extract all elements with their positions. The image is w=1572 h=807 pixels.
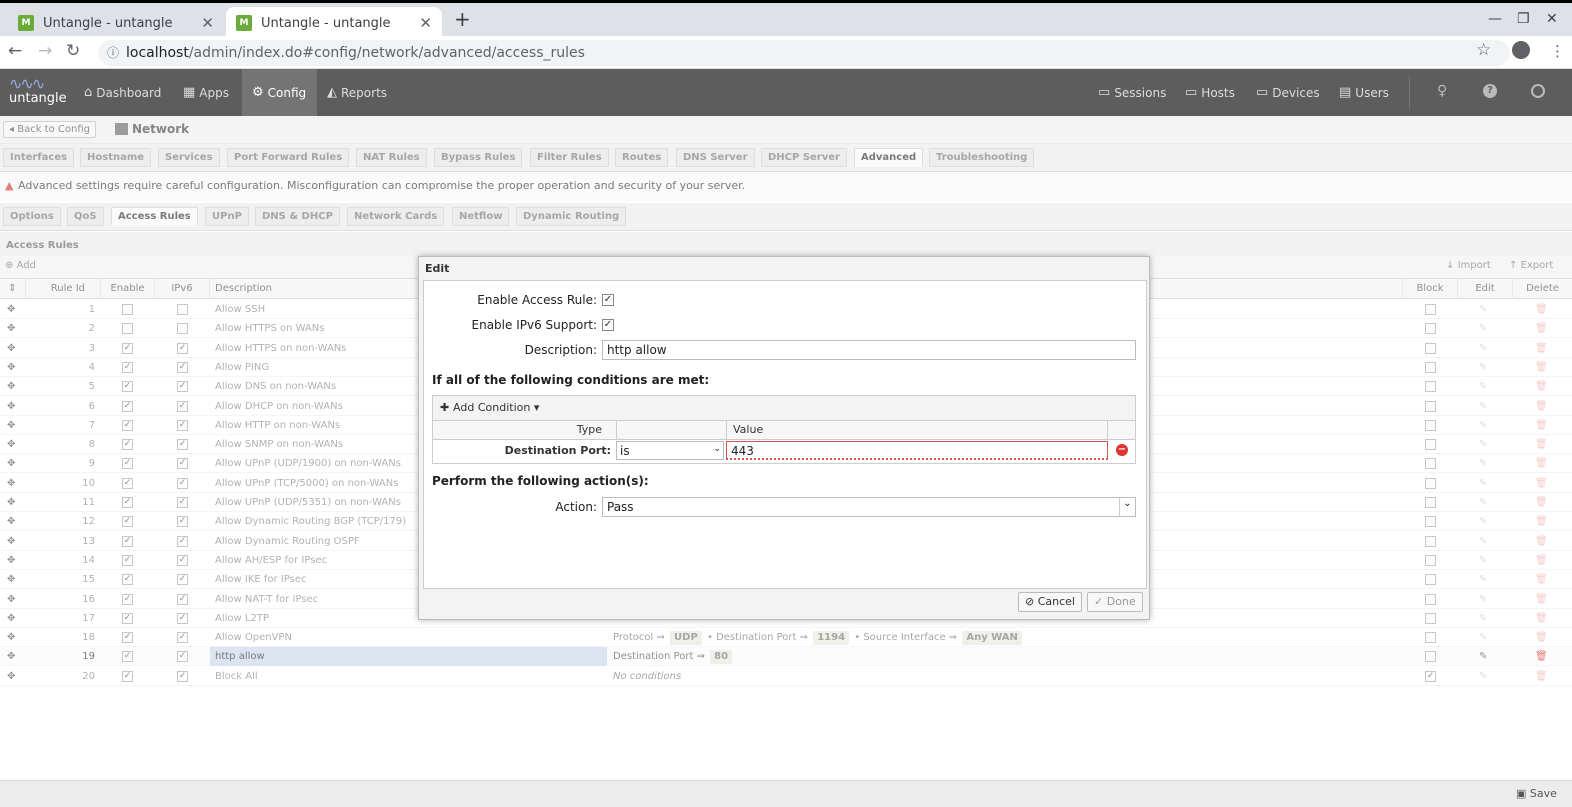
close-tab-icon[interactable]: ✕ — [201, 14, 214, 32]
dialog-footer: ⊘ Cancel ✓ Done — [419, 590, 1149, 620]
new-tab-icon[interactable]: + — [454, 7, 471, 31]
col-value: Value — [733, 423, 764, 436]
enable-rule-label: Enable Access Rule: — [477, 293, 597, 307]
action-value: Pass — [607, 500, 634, 514]
nav-label: Hosts — [1201, 85, 1235, 100]
chevron-down-icon: ⌄ — [713, 444, 721, 454]
browser-tab-title: Untangle - untangle — [43, 15, 173, 31]
nav-label: Config — [267, 85, 307, 100]
operator-value: is — [620, 444, 630, 458]
info-icon: ⓘ — [107, 46, 120, 60]
browser-tab-title: Untangle - untangle — [261, 15, 391, 31]
nav-hosts[interactable]: ▭ Hosts — [1185, 69, 1240, 116]
untangle-favicon-icon: M — [236, 15, 252, 31]
users-icon: ▤ — [1339, 85, 1352, 100]
condition-row: Destination Port: is ⌄ 443 − — [432, 440, 1136, 464]
untangle-logo[interactable]: ∿∿∿ untangle — [9, 74, 67, 112]
browser-tab[interactable]: M Untangle - untangle ✕ — [8, 7, 224, 39]
action-label: Action: — [555, 500, 597, 514]
sessions-icon: ▭ — [1098, 85, 1111, 100]
grid-icon: ▦ — [183, 85, 196, 100]
action-select[interactable]: Pass ⌄ — [602, 497, 1136, 517]
close-window-icon[interactable]: ✕ — [1546, 11, 1558, 27]
nav-config[interactable]: ⚙ Config — [242, 69, 317, 116]
untangle-favicon-icon: M — [18, 15, 34, 31]
header-divider — [1409, 77, 1410, 109]
enable-ipv6-label: Enable IPv6 Support: — [471, 318, 598, 332]
logo-text: untangle — [9, 91, 67, 106]
edit-dialog: Edit Enable Access Rule: ✓ Enable IPv6 S… — [418, 256, 1150, 620]
done-label: Done — [1106, 595, 1136, 608]
save-button[interactable]: ▣ Save — [1516, 787, 1557, 800]
back-icon[interactable]: ← — [8, 41, 22, 61]
conditions-grid-header: Type Value — [432, 421, 1136, 440]
nav-label: Dashboard — [96, 85, 162, 100]
floppy-icon: ▣ — [1516, 787, 1530, 800]
nav-label: Reports — [341, 85, 388, 100]
nav-devices[interactable]: ▭ Devices — [1256, 69, 1321, 116]
browser-tabstrip: M Untangle - untangle ✕ M Untangle - unt… — [0, 0, 1572, 39]
description-input[interactable]: http allow — [602, 340, 1136, 360]
gear-icon: ⚙ — [252, 85, 264, 100]
nav-dashboard[interactable]: ⌂ Dashboard — [84, 69, 164, 116]
check-icon: ✓ — [1094, 595, 1107, 608]
conditions-toolbar: ✚ Add Condition ▾ — [432, 395, 1136, 421]
bookmark-star-icon[interactable]: ☆ — [1476, 40, 1491, 60]
browser-tab-active[interactable]: M Untangle - untangle ✕ — [226, 7, 442, 39]
home-icon: ⌂ — [84, 85, 93, 100]
nav-label: Sessions — [1114, 85, 1167, 100]
dialog-title: Edit — [425, 262, 450, 275]
nav-label: Apps — [199, 85, 229, 100]
status-bar: ▣ Save — [0, 780, 1572, 807]
reload-icon[interactable]: ↻ — [66, 41, 80, 61]
minimize-icon[interactable]: — — [1488, 11, 1502, 27]
done-button[interactable]: ✓ Done — [1087, 592, 1143, 612]
col-divider — [726, 421, 727, 439]
nav-apps[interactable]: ▦ Apps — [183, 69, 233, 116]
plus-icon: ✚ — [440, 401, 454, 414]
ban-icon: ⊘ — [1025, 595, 1038, 608]
operator-select[interactable]: is ⌄ — [616, 441, 724, 460]
profile-icon[interactable] — [1512, 41, 1530, 59]
dialog-body: Enable Access Rule: ✓ Enable IPv6 Suppor… — [423, 280, 1147, 589]
conditions-heading: If all of the following conditions are m… — [432, 373, 710, 387]
col-divider — [1107, 421, 1108, 439]
lightbulb-icon[interactable]: ♀ — [1437, 83, 1447, 99]
url-host: localhost — [126, 45, 189, 61]
account-icon[interactable] — [1531, 84, 1545, 98]
add-condition-label: Add Condition — [453, 401, 531, 414]
hosts-icon: ▭ — [1185, 85, 1198, 100]
condition-value-input[interactable]: 443 — [726, 441, 1108, 460]
nav-users[interactable]: ▤ Users — [1339, 69, 1394, 116]
condition-type-label: Destination Port: — [504, 444, 611, 457]
actions-heading: Perform the following action(s): — [432, 474, 649, 488]
enable-rule-checkbox[interactable]: ✓ — [602, 294, 614, 306]
nav-reports[interactable]: ◭ Reports — [327, 69, 397, 116]
add-condition-button[interactable]: ✚ Add Condition ▾ — [440, 401, 539, 414]
col-divider — [616, 421, 617, 439]
caret-down-icon: ▾ — [530, 401, 540, 414]
menu-kebab-icon[interactable]: ⋮ — [1550, 42, 1565, 60]
address-bar: ← → ↻ ⓘ localhost/admin/index.do#config/n… — [0, 36, 1572, 69]
close-tab-icon[interactable]: ✕ — [419, 14, 432, 32]
cancel-label: Cancel — [1037, 595, 1075, 608]
url-path: /admin/index.do#config/network/advanced/… — [188, 45, 585, 61]
devices-icon: ▭ — [1256, 85, 1269, 100]
nav-sessions[interactable]: ▭ Sessions — [1098, 69, 1168, 116]
col-type: Type — [576, 423, 602, 436]
enable-ipv6-checkbox[interactable]: ✓ — [602, 319, 614, 331]
nav-label: Devices — [1272, 85, 1320, 100]
cancel-button[interactable]: ⊘ Cancel — [1018, 592, 1082, 612]
nav-label: Users — [1355, 85, 1389, 100]
chevron-down-icon: ⌄ — [1119, 498, 1135, 516]
help-icon[interactable]: ? — [1483, 84, 1497, 98]
chart-area-icon: ◭ — [327, 85, 337, 100]
app-header: ∿∿∿ untangle ⌂ Dashboard ▦ Apps ⚙ Config ◭ R… — [0, 69, 1572, 116]
maximize-icon[interactable]: ❐ — [1517, 11, 1530, 27]
save-label: Save — [1529, 787, 1557, 800]
remove-condition-icon[interactable]: − — [1116, 444, 1128, 456]
forward-icon[interactable]: → — [38, 41, 52, 61]
url-field[interactable]: ⓘ localhost/admin/index.do#config/network… — [98, 40, 1510, 66]
description-label: Description: — [524, 343, 597, 357]
